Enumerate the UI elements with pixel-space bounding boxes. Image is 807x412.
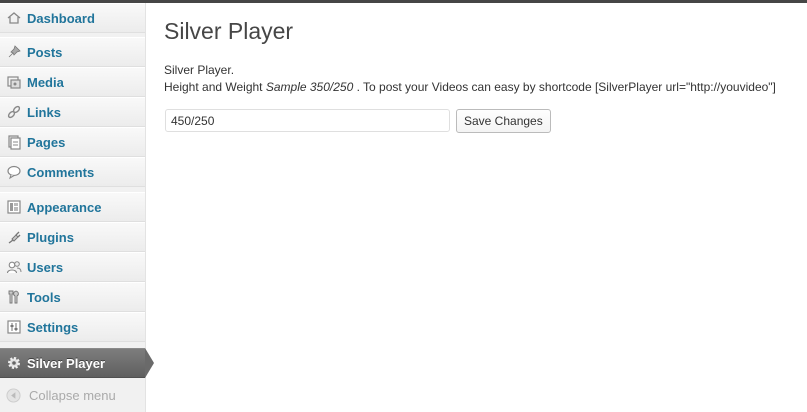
- collapse-arrow-icon: [6, 387, 21, 403]
- media-icon: [6, 74, 22, 90]
- sidebar-item-pages[interactable]: Pages: [0, 127, 145, 157]
- collapse-menu-button[interactable]: Collapse menu: [0, 383, 145, 407]
- sidebar-item-label: Settings: [27, 319, 79, 335]
- menu-separator: [0, 342, 145, 346]
- link-icon: [6, 104, 22, 120]
- settings-icon: [6, 319, 22, 335]
- sidebar-item-label: Comments: [27, 164, 95, 180]
- sidebar-item-label: Links: [27, 104, 61, 120]
- sidebar-item-label: Dashboard: [27, 10, 95, 26]
- sidebar-item-label: Tools: [27, 289, 61, 305]
- gear-icon: [6, 355, 22, 371]
- description-sample: Sample 350/250: [265, 80, 354, 94]
- sidebar-item-tools[interactable]: Tools: [0, 282, 145, 312]
- sidebar-item-label: Plugins: [27, 229, 74, 245]
- sidebar-item-settings[interactable]: Settings: [0, 312, 145, 342]
- page-title: Silver Player: [164, 18, 294, 44]
- save-changes-button[interactable]: Save Changes: [456, 109, 551, 133]
- sidebar-item-label: Pages: [27, 134, 66, 150]
- active-indicator-arrow: [145, 348, 154, 378]
- plugin-description-line2: Height and Weight Sample 350/250 . To po…: [164, 80, 776, 94]
- sidebar-item-links[interactable]: Links: [0, 97, 145, 127]
- sidebar-item-appearance[interactable]: Appearance: [0, 192, 145, 222]
- pages-icon: [6, 134, 22, 150]
- sidebar-item-comments[interactable]: Comments: [0, 157, 145, 187]
- pin-icon: [6, 44, 22, 60]
- sidebar-item-label: Appearance: [27, 199, 102, 215]
- admin-sidebar: Dashboard Posts Media Links Pages Commen…: [0, 3, 154, 412]
- users-icon: [6, 259, 22, 275]
- sidebar-item-plugins[interactable]: Plugins: [0, 222, 145, 252]
- plugin-description-line1: Silver Player.: [164, 63, 235, 77]
- sidebar-item-label: Silver Player: [27, 355, 106, 371]
- sidebar-item-label: Posts: [27, 44, 63, 60]
- sidebar-item-users[interactable]: Users: [0, 252, 145, 282]
- sidebar-item-posts[interactable]: Posts: [0, 37, 145, 67]
- sidebar-item-label: Users: [27, 259, 64, 275]
- appearance-icon: [6, 199, 22, 215]
- sidebar-item-media[interactable]: Media: [0, 67, 145, 97]
- player-size-input[interactable]: [165, 109, 450, 132]
- dashboard-icon: [6, 10, 22, 26]
- sidebar-item-label: Media: [27, 74, 64, 90]
- sidebar-item-silver-player[interactable]: Silver Player: [0, 348, 154, 378]
- sidebar-item-dashboard[interactable]: Dashboard: [0, 3, 145, 33]
- description-suffix: . To post your Videos can easy by shortc…: [353, 80, 776, 94]
- collapse-menu-label: Collapse menu: [29, 387, 116, 403]
- comment-icon: [6, 164, 22, 180]
- plug-icon: [6, 229, 22, 245]
- description-prefix: Height and Weight: [164, 80, 266, 94]
- tools-icon: [6, 289, 22, 305]
- menu-separator: [0, 187, 145, 191]
